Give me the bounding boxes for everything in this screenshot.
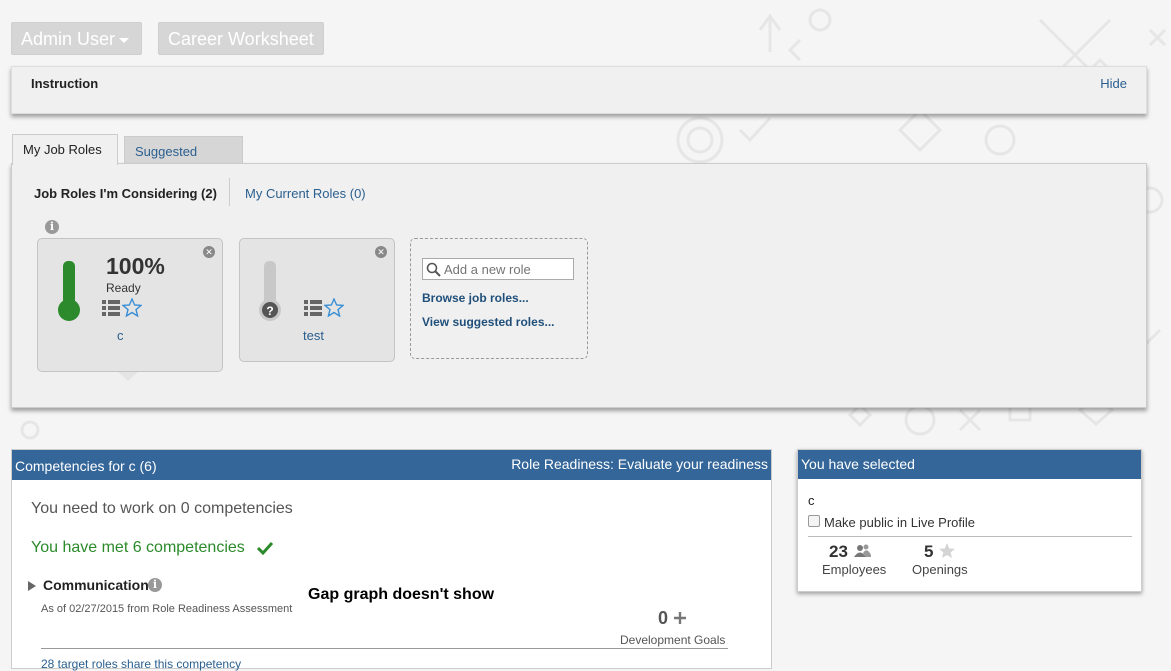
tab-my-job-roles[interactable]: My Job Roles [12, 134, 118, 165]
selected-role-name: c [808, 493, 815, 508]
expand-arrow-icon[interactable] [28, 581, 36, 591]
competencies-header: Competencies for c (6) Role Readiness: E… [12, 450, 771, 480]
competencies-title: Competencies for c (6) [15, 458, 157, 474]
role-card-test[interactable]: ✕ ? test [239, 238, 395, 362]
admin-user-menu-button[interactable]: Admin User [11, 22, 142, 55]
shared-roles-link[interactable]: 28 target roles share this competency [41, 657, 241, 671]
competencies-needed-text: You need to work on 0 competencies [31, 500, 293, 517]
subtab-roles-considering[interactable]: Job Roles I'm Considering (2) [34, 186, 217, 201]
add-goal-icon[interactable] [674, 612, 686, 624]
readiness-thermometer-icon [58, 261, 80, 321]
admin-user-label: Admin User [21, 29, 116, 49]
role-readiness-link[interactable]: Role Readiness: Evaluate your readiness [511, 456, 768, 472]
job-roles-panel: Job Roles I'm Considering (2) My Current… [11, 163, 1147, 408]
add-role-card: Browse job roles... View suggested roles… [410, 238, 588, 359]
tab-suggested-roles[interactable]: Suggested Roles [124, 136, 243, 189]
readiness-status: Ready [106, 281, 141, 295]
make-public-checkbox[interactable] [808, 515, 820, 527]
instruction-title: Instruction [31, 76, 99, 91]
list-icon[interactable] [102, 300, 120, 316]
divider [808, 536, 1132, 537]
star-outline-icon[interactable] [324, 298, 344, 317]
openings-label: Openings [912, 562, 968, 577]
development-goals-count: 0 [658, 608, 669, 628]
list-icon[interactable] [304, 300, 322, 316]
add-role-field[interactable] [422, 258, 574, 280]
star-icon [939, 543, 955, 558]
role-name-link[interactable]: test [303, 328, 324, 343]
career-worksheet-button[interactable]: Career Worksheet [158, 22, 324, 55]
unknown-readiness-icon: ? [259, 261, 281, 321]
selected-role-panel: You have selected c Make public in Live … [797, 449, 1142, 592]
divider [41, 648, 728, 649]
competency-name[interactable]: Communication [43, 577, 149, 593]
star-outline-icon[interactable] [122, 298, 142, 317]
competencies-met-text: You have met 6 competencies [31, 539, 245, 556]
subtab-divider [229, 178, 230, 206]
role-name-link[interactable]: c [117, 328, 124, 343]
checkmark-icon [257, 541, 273, 555]
caret-down-icon [119, 37, 130, 43]
subtab-current-roles[interactable]: My Current Roles (0) [245, 186, 366, 201]
selected-header-title: You have selected [801, 456, 915, 472]
svg-text:?: ? [266, 304, 273, 318]
people-icon [854, 544, 871, 557]
search-icon [426, 262, 441, 277]
competency-date: As of 02/27/2015 from Role Readiness Ass… [41, 603, 293, 615]
employees-label: Employees [822, 562, 887, 577]
role-card-c[interactable]: ✕ 100% Ready c [37, 238, 223, 381]
employees-count: 23 [829, 542, 848, 561]
annotation-note: Gap graph doesn't show [308, 586, 495, 603]
career-worksheet-label: Career Worksheet [168, 29, 314, 49]
close-icon[interactable]: ✕ [203, 246, 215, 258]
openings-count: 5 [924, 542, 934, 561]
info-icon[interactable]: i [45, 220, 59, 234]
card-pointer [118, 372, 138, 381]
close-icon[interactable]: ✕ [375, 246, 387, 258]
development-goals-label: Development Goals [620, 633, 726, 647]
instruction-panel: Instruction Hide [11, 66, 1147, 114]
hide-instruction-link[interactable]: Hide [1100, 76, 1127, 91]
view-suggested-roles-link[interactable]: View suggested roles... [422, 315, 555, 329]
make-public-label: Make public in Live Profile [824, 515, 976, 530]
selected-header: You have selected [798, 450, 1141, 479]
readiness-percent: 100% [106, 253, 165, 279]
info-icon[interactable]: i [148, 578, 162, 592]
browse-job-roles-link[interactable]: Browse job roles... [422, 291, 529, 305]
add-role-input[interactable] [442, 260, 570, 278]
competencies-panel: Competencies for c (6) Role Readiness: E… [11, 449, 772, 671]
